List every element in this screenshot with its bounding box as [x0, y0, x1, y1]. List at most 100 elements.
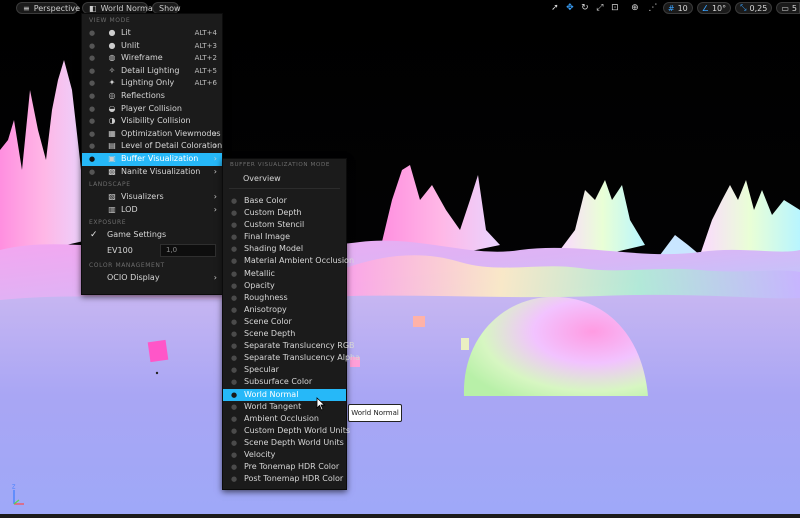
- buffer-item-post-tonemap-hdr-color[interactable]: ● Post Tonemap HDR Color: [223, 473, 346, 485]
- radio-dot-icon: ●: [231, 475, 238, 484]
- buffer-item-world-tangent[interactable]: ● World Tangent: [223, 401, 346, 413]
- view-mode-item-wireframe[interactable]: ● ◍ Wireframe ALT+2: [82, 52, 222, 65]
- radio-dot-icon: ●: [89, 154, 96, 163]
- buffer-item-separate-translucency-alpha[interactable]: ● Separate Translucency Alpha: [223, 352, 360, 364]
- chevron-right-icon: ›: [213, 153, 217, 163]
- buffer-item-roughness[interactable]: ● Roughness: [223, 292, 346, 304]
- radio-dot-icon: ●: [89, 91, 96, 100]
- chevron-right-icon: ›: [213, 192, 217, 202]
- landscape-item-visualizers[interactable]: ▧ Visualizers ›: [82, 191, 222, 204]
- buffer-item-label: Ambient Occlusion: [244, 413, 319, 423]
- view-mode-item-label: Lighting Only: [121, 78, 175, 88]
- angle-icon: ∠: [701, 3, 709, 13]
- section-exposure: EXPOSURE: [89, 219, 127, 227]
- detail-lighting-icon: ✧: [108, 65, 116, 75]
- buffer-item-base-color[interactable]: ● Base Color: [223, 195, 346, 207]
- radio-dot-icon: ●: [231, 317, 238, 326]
- radio-dot-icon: ●: [231, 390, 238, 399]
- camera-speed-button[interactable]: ▭ 5: [776, 2, 800, 14]
- buffer-item-material-ambient-occlusion[interactable]: ● Material Ambient Occlusion: [223, 255, 354, 267]
- buffer-item-label: Material Ambient Occlusion: [244, 256, 355, 266]
- view-mode-item-lit[interactable]: ● ● Lit ALT+4: [82, 27, 222, 40]
- view-mode-item-label: Nanite Visualization: [121, 166, 201, 176]
- buffer-item-scene-color[interactable]: ● Scene Color: [223, 316, 346, 328]
- view-mode-item-reflections[interactable]: ● ◎ Reflections: [82, 90, 222, 103]
- buffer-item-overview[interactable]: Overview: [223, 172, 346, 186]
- ev100-input[interactable]: 1,0: [160, 243, 216, 257]
- buffer-item-custom-depth-world-units[interactable]: ● Custom Depth World Units: [223, 425, 350, 437]
- buffer-item-custom-stencil[interactable]: ● Custom Stencil: [223, 219, 346, 231]
- section-landscape: LANDSCAPE: [89, 181, 131, 189]
- view-mode-item-label: Detail Lighting: [121, 65, 180, 75]
- buffer-visualization-menu: BUFFER VISUALIZATION MODE Overview ● Base…: [222, 158, 360, 490]
- radio-dot-icon: ●: [231, 293, 238, 302]
- view-mode-item-player-collision[interactable]: ● ◒ Player Collision: [82, 103, 222, 116]
- buffer-item-shading-model[interactable]: ● Shading Model: [223, 243, 346, 255]
- buffer-item-scene-depth-world-units[interactable]: ● Scene Depth World Units: [223, 437, 346, 449]
- nanite-icon: ▩: [108, 166, 116, 176]
- view-mode-item-optimization-viewmodes[interactable]: ● ▦ Optimization Viewmodes ›: [82, 128, 222, 141]
- buffer-item-scene-depth[interactable]: ● Scene Depth: [223, 328, 346, 340]
- landscape-item-lod[interactable]: ▥ LOD ›: [82, 204, 222, 217]
- buffer-item-pre-tonemap-hdr-color[interactable]: ● Pre Tonemap HDR Color: [223, 461, 346, 473]
- buffer-item-anisotropy[interactable]: ● Anisotropy: [223, 304, 346, 316]
- radio-dot-icon: ●: [231, 257, 238, 266]
- ocio-display-item[interactable]: OCIO Display ›: [82, 272, 222, 285]
- buffer-item-ambient-occlusion[interactable]: ● Ambient Occlusion: [223, 413, 346, 425]
- radio-dot-icon: ●: [89, 142, 96, 151]
- view-mode-item-visibility-collision[interactable]: ● ◑ Visibility Collision: [82, 115, 222, 128]
- select-tool-icon[interactable]: ➚: [549, 2, 561, 14]
- radio-dot-icon: ●: [89, 167, 96, 176]
- buffer-item-subsurface-color[interactable]: ● Subsurface Color: [223, 376, 346, 388]
- buffer-item-label: Anisotropy: [244, 304, 287, 314]
- surface-snap-icon[interactable]: ⊡: [609, 2, 621, 14]
- buffer-item-velocity[interactable]: ● Velocity: [223, 449, 346, 461]
- buffer-item-world-normal[interactable]: ● World Normal: [223, 388, 346, 401]
- view-mode-item-nanite-visualization[interactable]: ● ▩ Nanite Visualization ›: [82, 166, 222, 179]
- buffer-item-label: Post Tonemap HDR Color: [244, 474, 344, 484]
- viewport-options-button[interactable]: ≡ Perspective: [16, 2, 81, 14]
- perspective-label: Perspective: [33, 3, 81, 13]
- section-view-mode: VIEW MODE: [89, 17, 131, 24]
- radio-dot-icon: ●: [231, 463, 238, 472]
- buffer-item-separate-translucency-rgb[interactable]: ● Separate Translucency RGB: [223, 340, 355, 352]
- surface-snapping-icon[interactable]: ⋰: [647, 2, 659, 14]
- rotate-tool-icon[interactable]: ↻: [579, 2, 591, 14]
- view-mode-item-lighting-only[interactable]: ● ✦ Lighting Only ALT+6: [82, 77, 222, 90]
- buffer-item-specular[interactable]: ● Specular: [223, 364, 346, 376]
- translate-tool-icon[interactable]: ✥: [564, 2, 576, 14]
- game-settings-toggle[interactable]: ✓ Game Settings: [82, 229, 222, 242]
- chevron-right-icon: ›: [213, 166, 217, 176]
- view-mode-item-unlit[interactable]: ● ● Unlit ALT+3: [82, 40, 222, 53]
- view-mode-label: World Normal: [100, 3, 155, 13]
- hamburger-icon: ≡: [23, 3, 30, 13]
- scale-snap-toggle[interactable]: ⤡ 0,25: [735, 2, 773, 14]
- lod-coloration-icon: ▤: [108, 141, 116, 151]
- radio-dot-icon: ●: [89, 29, 96, 37]
- scale-tool-icon[interactable]: ⤢: [594, 2, 606, 14]
- grid-snap-toggle[interactable]: # 10: [662, 2, 693, 14]
- buffer-item-label: Final Image: [244, 232, 291, 242]
- buffer-item-label: Subsurface Color: [244, 377, 313, 387]
- grid-snap-value: 10: [677, 3, 688, 13]
- rotation-snap-toggle[interactable]: ∠ 10°: [696, 2, 732, 14]
- buffer-icon: ▣: [108, 153, 116, 163]
- view-mode-item-detail-lighting[interactable]: ● ✧ Detail Lighting ALT+5: [82, 65, 222, 78]
- radio-dot-icon: ●: [89, 129, 96, 138]
- sphere-icon: ●: [108, 28, 116, 37]
- radio-dot-icon: ●: [231, 233, 238, 242]
- radio-dot-icon: ●: [89, 41, 96, 50]
- buffer-item-label: Separate Translucency RGB: [244, 341, 355, 351]
- view-mode-item-level-of-detail-coloration[interactable]: ● ▤ Level of Detail Coloration ›: [82, 140, 222, 153]
- world-space-icon[interactable]: ⊕: [629, 2, 641, 14]
- show-label: Show: [159, 3, 181, 13]
- buffer-item-custom-depth[interactable]: ● Custom Depth: [223, 207, 346, 219]
- buffer-item-opacity[interactable]: ● Opacity: [223, 280, 346, 292]
- radio-dot-icon: ●: [89, 117, 96, 126]
- radio-dot-icon: ●: [231, 330, 238, 339]
- buffer-item-metallic[interactable]: ● Metallic: [223, 268, 346, 280]
- buffer-item-final-image[interactable]: ● Final Image: [223, 231, 346, 243]
- visibility-collision-icon: ◑: [108, 116, 116, 126]
- view-mode-item-buffer-visualization[interactable]: ● ▣ Buffer Visualization ›: [82, 152, 222, 166]
- buffer-item-label: Custom Depth: [244, 208, 302, 218]
